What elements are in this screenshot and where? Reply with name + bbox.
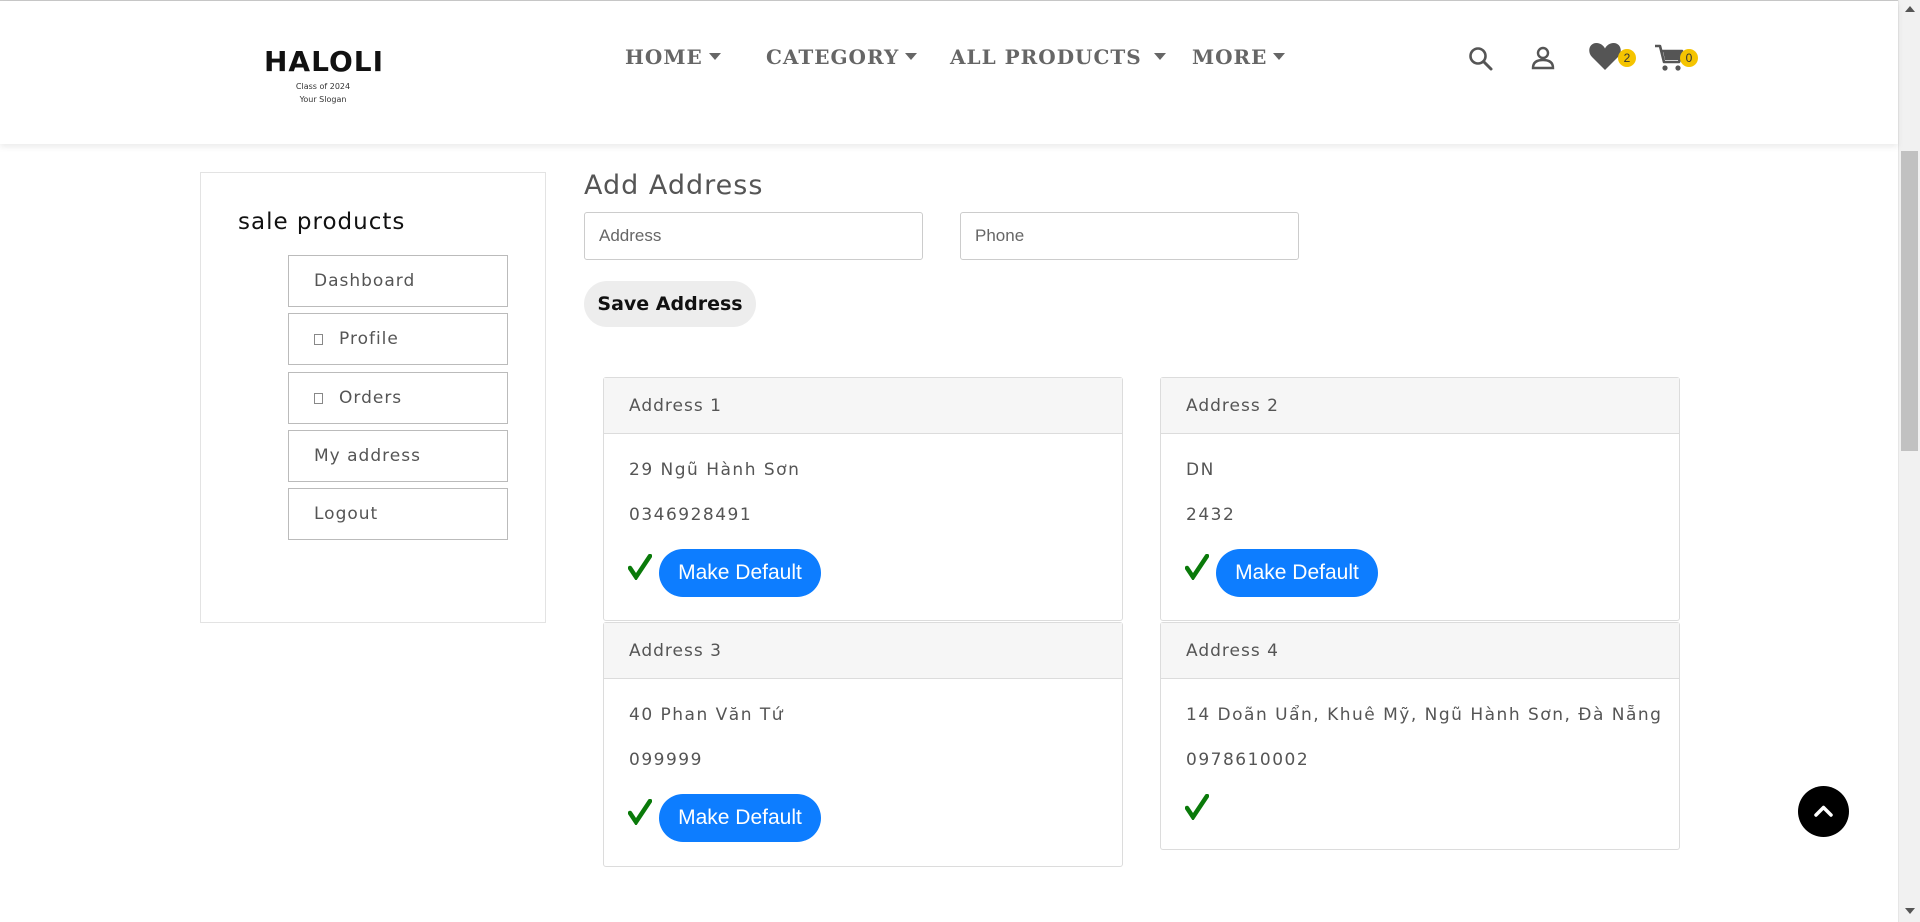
- nav-all-products-label: ALL PRODUCTS: [950, 45, 1142, 69]
- logo-line-1: Class of 2024: [295, 82, 351, 91]
- nav-home[interactable]: HOME: [625, 45, 721, 69]
- chevron-down-icon: [905, 53, 918, 60]
- address-card-title: Address 2: [1161, 378, 1679, 434]
- address-input[interactable]: [584, 212, 923, 260]
- check-icon[interactable]: [1184, 553, 1210, 584]
- address-card-title: Address 1: [604, 378, 1122, 434]
- scroll-down-arrow-icon[interactable]: [1905, 908, 1915, 914]
- scrollbar-thumb[interactable]: [1901, 151, 1918, 451]
- sidebar-item-profile[interactable]: Profile: [288, 313, 508, 365]
- phone-line: 0346928491: [629, 505, 753, 525]
- site-header: HALOLI Class of 2024 Your Slogan HOME CA…: [0, 1, 1898, 144]
- nav-more[interactable]: MORE: [1192, 45, 1286, 69]
- phone-line: 099999: [629, 750, 703, 770]
- check-icon[interactable]: [1184, 793, 1210, 824]
- wishlist-count-badge: 2: [1618, 49, 1636, 67]
- sidebar-item-label: Orders: [339, 388, 403, 408]
- phone-line: 0978610002: [1186, 750, 1310, 770]
- sidebar-item-orders[interactable]: Orders: [288, 372, 508, 424]
- profile-icon: [314, 334, 323, 345]
- make-default-button[interactable]: Make Default: [1216, 549, 1378, 597]
- address-card: Address 4 14 Doãn Uẩn, Khuê Mỹ, Ngũ Hành…: [1160, 622, 1680, 850]
- sidebar-item-label: Profile: [339, 329, 399, 349]
- address-card-title: Address 3: [604, 623, 1122, 679]
- logo-name: HALOLI: [264, 45, 385, 78]
- address-line: 29 Ngũ Hành Sơn: [629, 460, 801, 480]
- orders-icon: [314, 393, 323, 404]
- address-line: 40 Phan Văn Tứ: [629, 705, 785, 725]
- save-address-button[interactable]: Save Address: [584, 281, 756, 327]
- chevron-down-icon: [1153, 53, 1166, 60]
- cart-count-badge: 0: [1680, 49, 1698, 67]
- check-icon[interactable]: [627, 553, 653, 584]
- nav-category-label: CATEGORY: [766, 45, 900, 69]
- page-scrollbar[interactable]: [1898, 0, 1920, 922]
- sidebar-item-my-address[interactable]: My address: [288, 430, 508, 482]
- logo[interactable]: HALOLI Class of 2024 Your Slogan: [264, 45, 385, 106]
- address-card: Address 3 40 Phan Văn Tứ 099999 Make Def…: [603, 622, 1123, 867]
- heart-icon[interactable]: [1588, 41, 1622, 75]
- scroll-up-arrow-icon[interactable]: [1905, 6, 1915, 12]
- sidebar-title: sale products: [238, 209, 406, 235]
- address-card: Address 1 29 Ngũ Hành Sơn 0346928491 Mak…: [603, 377, 1123, 621]
- logo-line-2: Your Slogan: [299, 95, 347, 104]
- chevron-down-icon: [1273, 53, 1286, 60]
- search-icon[interactable]: [1468, 46, 1494, 76]
- nav-more-label: MORE: [1192, 45, 1268, 69]
- check-icon[interactable]: [627, 798, 653, 829]
- add-address-title: Add Address: [584, 170, 764, 201]
- nav-category[interactable]: CATEGORY: [766, 45, 918, 69]
- address-card: Address 2 DN 2432 Make Default: [1160, 377, 1680, 621]
- sidebar-item-logout[interactable]: Logout: [288, 488, 508, 540]
- make-default-button[interactable]: Make Default: [659, 549, 821, 597]
- make-default-button[interactable]: Make Default: [659, 794, 821, 842]
- sidebar-item-label: Logout: [314, 504, 379, 524]
- phone-line: 2432: [1186, 505, 1236, 525]
- chevron-up-icon: [1814, 805, 1833, 817]
- account-sidebar: sale products Dashboard Profile Orders M…: [200, 172, 546, 623]
- user-icon[interactable]: [1530, 45, 1556, 75]
- phone-input[interactable]: [960, 212, 1299, 260]
- sidebar-item-dashboard[interactable]: Dashboard: [288, 255, 508, 307]
- address-line: 14 Doãn Uẩn, Khuê Mỹ, Ngũ Hành Sơn, Đà N…: [1186, 705, 1663, 725]
- scroll-to-top-button[interactable]: [1798, 786, 1849, 837]
- address-card-title: Address 4: [1161, 623, 1679, 679]
- nav-all-products[interactable]: ALL PRODUCTS: [950, 45, 1166, 69]
- sidebar-item-label: Dashboard: [314, 271, 416, 291]
- chevron-down-icon: [708, 53, 721, 60]
- sidebar-item-label: My address: [314, 446, 421, 466]
- nav-home-label: HOME: [625, 45, 703, 69]
- address-line: DN: [1186, 460, 1215, 480]
